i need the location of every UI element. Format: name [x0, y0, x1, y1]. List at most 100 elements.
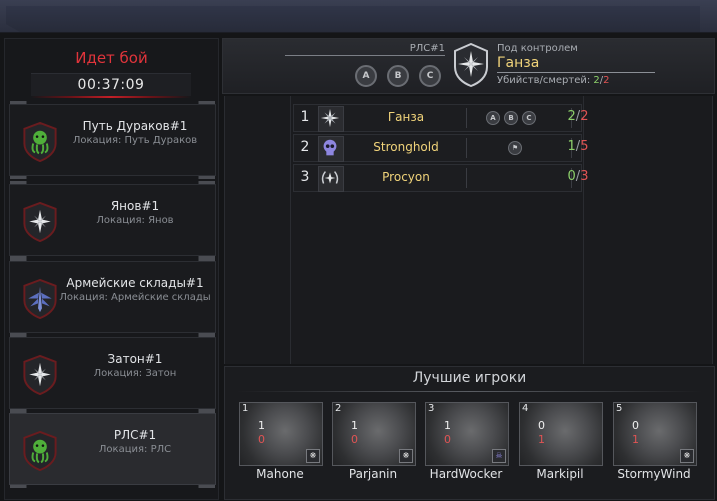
- top-bar: [0, 0, 717, 33]
- octopus-green-icon: [23, 122, 57, 162]
- team-scoreboard: 1 Ганза A B C 2/2 2 Stronghold ⚑ 1/5 3 Procyon 0/3: [224, 96, 713, 364]
- point-c-icon: C: [419, 65, 441, 87]
- location-name: Янов#1: [110, 199, 160, 213]
- location-name: Затон#1: [107, 352, 163, 366]
- wings-blue-icon: [23, 279, 57, 319]
- location-item[interactable]: Армейские склады#1 Локация: Армейские скл…: [9, 258, 216, 336]
- player-name: Parjanin: [348, 467, 398, 481]
- location-item[interactable]: Затон#1 Локация: Затон: [9, 334, 216, 412]
- best-players-panel: Лучшие игроки 1 1 0 ❋ Mahone 2 1 0 ❋ Parjanin 3 1 0 ☠…: [224, 366, 715, 500]
- location-item[interactable]: Янов#1 Локация: Янов: [9, 181, 216, 259]
- team-row[interactable]: 1 Ганза A B C 2/2: [293, 104, 588, 132]
- location-sub: Локация: Затон: [93, 368, 177, 379]
- skull-purple-icon: ☠: [492, 449, 506, 463]
- team-score: 2/2: [548, 109, 608, 124]
- location-frame-line: [10, 258, 215, 261]
- skull-purple-icon: [318, 136, 344, 162]
- player-name: HardWocker: [429, 467, 503, 481]
- player-rank: 5: [616, 403, 623, 414]
- point-c-icon: C: [522, 111, 536, 125]
- team-name: Stronghold: [373, 140, 439, 154]
- best-players-title: Лучшие игроки: [412, 370, 527, 386]
- location-name: Армейские склады#1: [66, 276, 204, 290]
- team-deaths: 5: [580, 139, 589, 154]
- player-deaths: 0: [258, 433, 265, 446]
- board-divider: [583, 96, 584, 364]
- player-kills: 0: [538, 419, 545, 432]
- compass-star-icon: ❋: [680, 449, 694, 463]
- locations-panel: Идет бой 00:37:09 Путь Дураков#1 Локация:…: [4, 38, 219, 500]
- location-sub: Локация: РЛС: [98, 444, 172, 455]
- team-row[interactable]: 2 Stronghold ⚑ 1/5: [293, 134, 588, 162]
- player-card[interactable]: 5 0 1 ❋: [613, 402, 697, 466]
- battle-status-label: Идет бой: [75, 49, 148, 67]
- player-deaths: 0: [444, 433, 451, 446]
- player-rank: 3: [428, 403, 435, 414]
- kd-label: Убийств/смертей:: [497, 75, 591, 86]
- player-portrait: [520, 403, 602, 465]
- team-kills: 1: [567, 139, 576, 154]
- player-kills: 1: [444, 419, 451, 432]
- player-deaths: 1: [632, 433, 639, 446]
- player-kills: 1: [351, 419, 358, 432]
- location-frame-line: [10, 334, 215, 337]
- top-bar-panel: [6, 6, 700, 32]
- point-a-icon: A: [486, 111, 500, 125]
- team-rank: 2: [300, 139, 310, 155]
- team-name: Ганза: [387, 110, 425, 124]
- team-row[interactable]: 3 Procyon 0/3: [293, 164, 588, 192]
- battle-timer: 00:37:09: [31, 73, 191, 98]
- location-name: Путь Дураков#1: [82, 119, 188, 133]
- team-name: Procyon: [382, 170, 430, 184]
- board-divider: [290, 96, 291, 364]
- location-name: РЛС#1: [113, 428, 157, 442]
- team-kills: 2: [567, 109, 576, 124]
- compass-star-icon: [23, 355, 57, 395]
- compass-star-icon: [454, 43, 488, 87]
- point-b-icon: B: [504, 111, 518, 125]
- player-kills: 0: [632, 419, 639, 432]
- location-sub: Локация: Путь Дураков: [72, 135, 198, 146]
- team-rank: 3: [300, 169, 310, 185]
- compass-star-icon: ❋: [306, 449, 320, 463]
- team-kills: 0: [567, 169, 576, 184]
- control-kd: Убийств/смертей: 2/2: [497, 75, 610, 86]
- location-frame-line: [10, 485, 215, 488]
- point-b-icon: B: [387, 65, 409, 87]
- player-rank: 4: [522, 403, 529, 414]
- player-rank: 2: [335, 403, 342, 414]
- compass-star-icon: [23, 202, 57, 242]
- player-kills: 1: [258, 419, 265, 432]
- location-item[interactable]: РЛС#1 Локация: РЛС: [9, 410, 216, 488]
- team-rank: 1: [300, 109, 310, 125]
- row-divider: [466, 108, 467, 128]
- location-sub: Локация: Янов: [96, 215, 174, 226]
- control-header: РЛС#1 A B C Под контролем Ганза Убийств/…: [222, 38, 715, 94]
- player-card[interactable]: 3 1 0 ☠: [425, 402, 509, 466]
- player-card[interactable]: 2 1 0 ❋: [332, 402, 416, 466]
- player-name: Markipil: [536, 467, 584, 481]
- battle-status: Идет бой 00:37:09: [5, 39, 218, 98]
- location-frame-line: [10, 410, 215, 413]
- team-deaths: 3: [580, 169, 589, 184]
- point-a-icon: A: [355, 65, 377, 87]
- row-divider: [466, 138, 467, 158]
- team-score: 1/5: [548, 139, 608, 154]
- point-name: РЛС#1: [285, 43, 445, 56]
- team-score: 0/3: [548, 169, 608, 184]
- location-item[interactable]: Путь Дураков#1 Локация: Путь Дураков: [9, 101, 216, 179]
- player-card[interactable]: 401: [519, 402, 603, 466]
- player-name: StormyWind: [617, 467, 691, 481]
- title-divider: [237, 391, 702, 392]
- kd-deaths: 2: [603, 75, 610, 86]
- compass-star-icon: ❋: [399, 449, 413, 463]
- location-frame-line: [10, 176, 215, 179]
- laurel-star-icon: [318, 166, 344, 192]
- octopus-green-icon: [23, 431, 57, 471]
- team-deaths: 2: [580, 109, 589, 124]
- compass-star-icon: [318, 106, 344, 132]
- control-label: Под контролем: [497, 43, 578, 54]
- player-card[interactable]: 1 1 0 ❋: [239, 402, 323, 466]
- player-name: Mahone: [256, 467, 304, 481]
- battle-details: РЛС#1 A B C Под контролем Ганза Убийств/…: [222, 38, 715, 500]
